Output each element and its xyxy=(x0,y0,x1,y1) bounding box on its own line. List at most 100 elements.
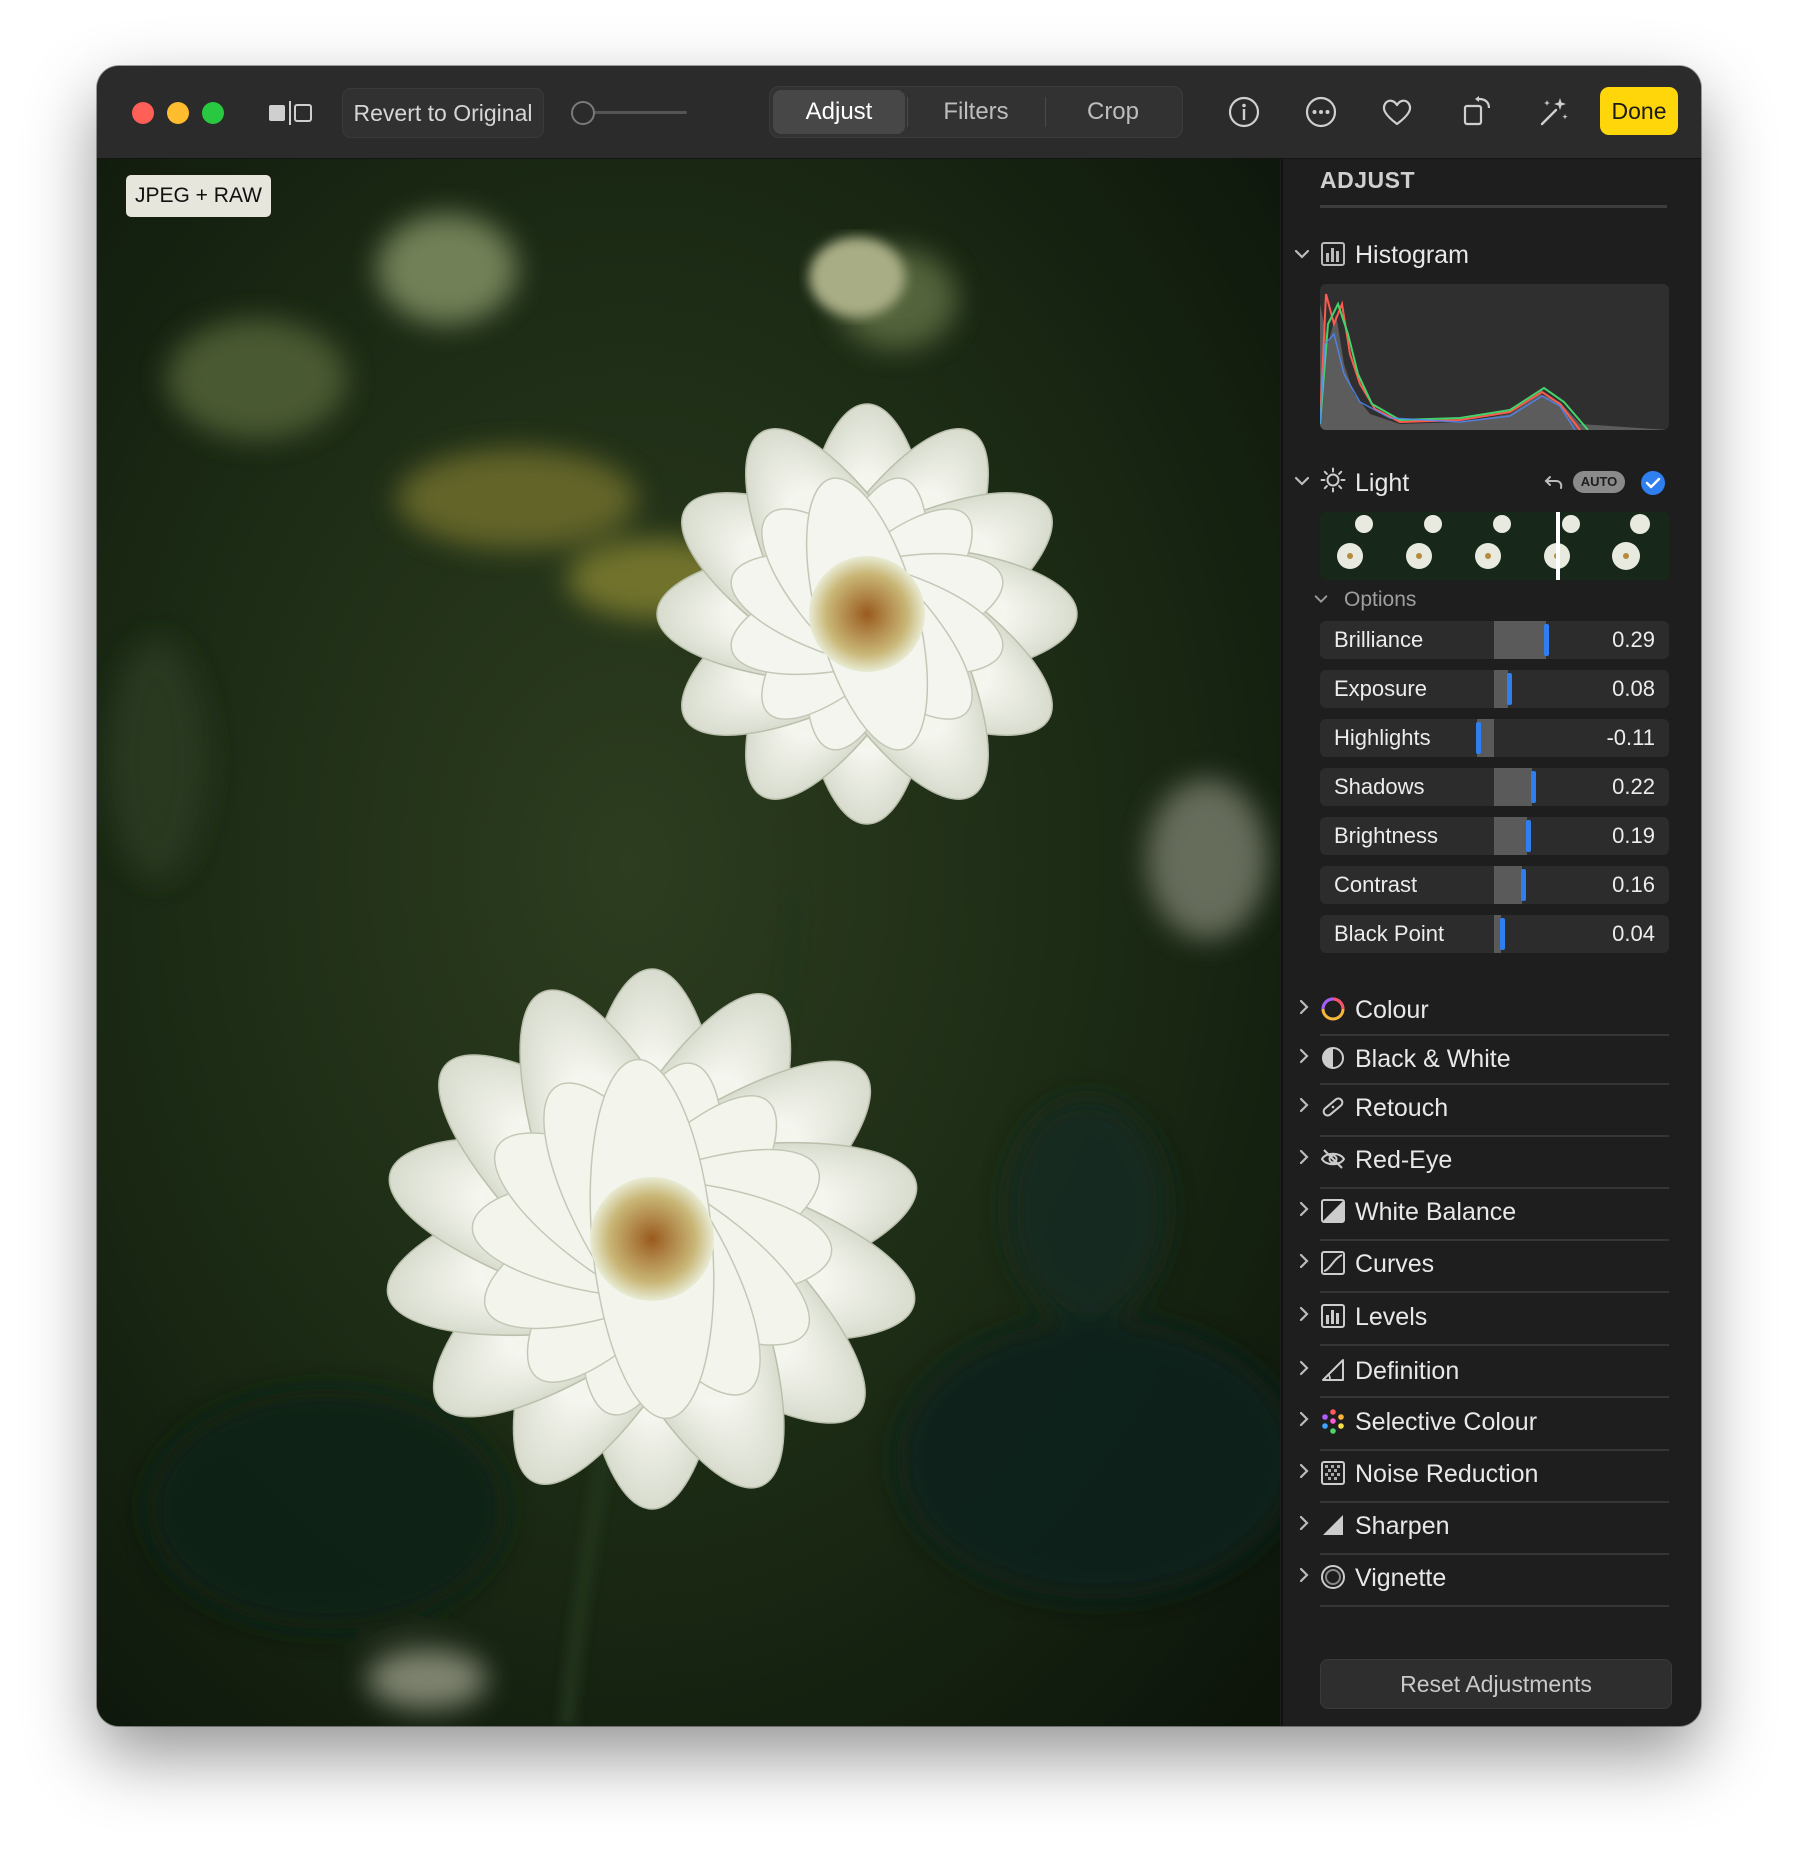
slider-value: 0.16 xyxy=(1612,872,1655,897)
chevron-right-icon[interactable] xyxy=(1295,998,1313,1016)
section-label: Curves xyxy=(1355,1250,1435,1278)
histogram-graph xyxy=(1320,284,1669,430)
slider-value: -0.11 xyxy=(1606,725,1655,750)
heart-icon[interactable] xyxy=(1379,94,1415,130)
slider-handle[interactable] xyxy=(1544,624,1549,656)
zoom-window-button[interactable] xyxy=(202,102,224,124)
auto-button[interactable]: AUTO xyxy=(1573,471,1625,493)
section-divider xyxy=(1320,1034,1669,1036)
options-label[interactable]: Options xyxy=(1344,588,1416,612)
photos-edit-window: Revert to Original Adjust Filters Crop D… xyxy=(97,66,1701,1726)
slider-fill xyxy=(1494,670,1508,708)
chevron-down-icon[interactable] xyxy=(1293,245,1311,263)
revert-to-original-button[interactable]: Revert to Original xyxy=(342,88,544,138)
colour-ring-icon xyxy=(1321,997,1345,1021)
slider-highlights[interactable]: Highlights -0.11 xyxy=(1320,719,1669,757)
slider-value: 0.22 xyxy=(1612,774,1655,799)
section-divider xyxy=(1320,1344,1669,1346)
chevron-right-icon[interactable] xyxy=(1295,1200,1313,1218)
done-button[interactable]: Done xyxy=(1600,87,1678,135)
slider-handle[interactable] xyxy=(1526,820,1531,852)
slider-fill xyxy=(1494,866,1522,904)
chevron-right-icon[interactable] xyxy=(1295,1096,1313,1114)
chevron-right-icon[interactable] xyxy=(1295,1047,1313,1065)
section-divider xyxy=(1320,1239,1669,1241)
slider-black-point[interactable]: Black Point 0.04 xyxy=(1320,915,1669,953)
reset-adjustments-button[interactable]: Reset Adjustments xyxy=(1320,1659,1672,1709)
chevron-right-icon[interactable] xyxy=(1295,1359,1313,1377)
adjust-sidebar: ADJUST Histogram Light AUTO Options Bril… xyxy=(1281,159,1701,1726)
slider-handle[interactable] xyxy=(1500,918,1505,950)
slider-contrast[interactable]: Contrast 0.16 xyxy=(1320,866,1669,904)
zoom-slider[interactable] xyxy=(571,100,691,125)
slider-handle[interactable] xyxy=(1476,722,1481,754)
tab-filters[interactable]: Filters xyxy=(908,87,1044,137)
section-divider xyxy=(1320,1083,1669,1085)
light-label[interactable]: Light xyxy=(1355,469,1409,498)
slider-brilliance[interactable]: Brilliance 0.29 xyxy=(1320,621,1669,659)
photo-canvas[interactable]: JPEG + RAW xyxy=(97,159,1280,1726)
section-label: Red-Eye xyxy=(1355,1146,1453,1174)
slider-fill xyxy=(1494,768,1532,806)
section-label: Retouch xyxy=(1355,1094,1449,1122)
slider-handle[interactable] xyxy=(1507,673,1512,705)
eye-slash-icon xyxy=(1320,1149,1346,1169)
section-label: Definition xyxy=(1355,1357,1460,1385)
file-format-badge: JPEG + RAW xyxy=(126,175,271,217)
histogram-label[interactable]: Histogram xyxy=(1355,241,1469,270)
chevron-right-icon[interactable] xyxy=(1295,1566,1313,1584)
vignette-icon xyxy=(1321,1565,1345,1589)
bandage-icon xyxy=(1322,1097,1344,1117)
section-divider xyxy=(1320,1291,1669,1293)
sharpen-icon xyxy=(1323,1515,1343,1535)
slider-value: 0.29 xyxy=(1612,627,1655,652)
chevron-down-icon[interactable] xyxy=(1293,472,1311,490)
section-divider xyxy=(1320,1605,1669,1607)
slider-label: Exposure xyxy=(1334,676,1427,701)
chevron-right-icon[interactable] xyxy=(1295,1305,1313,1323)
half-circle-icon xyxy=(1322,1047,1344,1069)
undo-icon[interactable] xyxy=(1543,471,1565,493)
toolbar: Revert to Original Adjust Filters Crop D… xyxy=(97,66,1701,159)
curves-icon xyxy=(1321,1251,1345,1275)
dahlia-photo-image xyxy=(97,159,1280,1726)
levels-icon xyxy=(1321,1304,1345,1328)
colour-dots-icon xyxy=(1322,1409,1344,1434)
more-icon[interactable] xyxy=(1303,94,1339,130)
chevron-right-icon[interactable] xyxy=(1295,1514,1313,1532)
tab-adjust[interactable]: Adjust xyxy=(773,90,905,134)
definition-icon xyxy=(1322,1359,1344,1381)
zoom-slider-knob[interactable] xyxy=(571,101,595,125)
chevron-down-icon[interactable] xyxy=(1313,591,1329,607)
close-window-button[interactable] xyxy=(132,102,154,124)
chevron-right-icon[interactable] xyxy=(1295,1148,1313,1166)
chevron-right-icon[interactable] xyxy=(1295,1252,1313,1270)
histogram-icon xyxy=(1321,242,1345,266)
section-label: Sharpen xyxy=(1355,1512,1450,1540)
slider-handle[interactable] xyxy=(1531,771,1536,803)
light-thumbnail-strip[interactable] xyxy=(1320,512,1669,580)
sun-icon xyxy=(1320,467,1346,493)
compare-split-icon[interactable] xyxy=(267,101,313,125)
section-divider xyxy=(1320,1187,1669,1189)
chevron-right-icon[interactable] xyxy=(1295,1462,1313,1480)
slider-shadows[interactable]: Shadows 0.22 xyxy=(1320,768,1669,806)
magic-wand-icon[interactable] xyxy=(1535,94,1571,130)
tab-crop[interactable]: Crop xyxy=(1046,87,1180,137)
slider-exposure[interactable]: Exposure 0.08 xyxy=(1320,670,1669,708)
sidebar-title: ADJUST xyxy=(1320,167,1416,193)
slider-label: Highlights xyxy=(1334,725,1431,750)
slider-handle[interactable] xyxy=(1521,869,1526,901)
section-divider xyxy=(1320,1396,1669,1398)
info-icon[interactable] xyxy=(1226,94,1262,130)
slider-brightness[interactable]: Brightness 0.19 xyxy=(1320,817,1669,855)
slider-value: 0.08 xyxy=(1612,676,1655,701)
section-label: Selective Colour xyxy=(1355,1408,1538,1436)
slider-label: Contrast xyxy=(1334,872,1418,897)
chevron-right-icon[interactable] xyxy=(1295,1410,1313,1428)
section-divider xyxy=(1320,1501,1669,1503)
section-divider xyxy=(1320,1449,1669,1451)
minimize-window-button[interactable] xyxy=(167,102,189,124)
rotate-icon[interactable] xyxy=(1459,94,1495,130)
enabled-checkmark-icon[interactable] xyxy=(1640,470,1666,496)
